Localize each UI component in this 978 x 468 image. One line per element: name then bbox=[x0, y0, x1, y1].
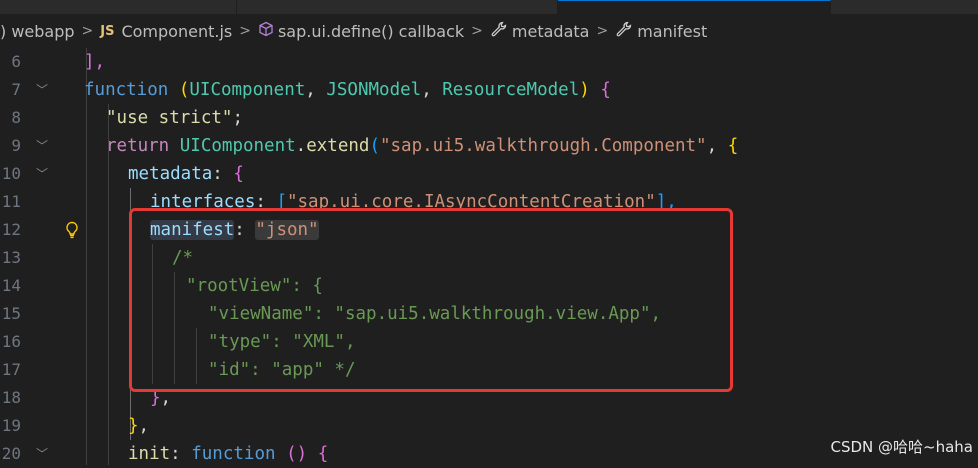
line-number: 11 bbox=[1, 192, 21, 211]
chevron-right-icon: > bbox=[239, 23, 251, 39]
code-text: "rootView": { bbox=[186, 276, 323, 296]
breadcrumb-label: Component.js bbox=[121, 21, 233, 41]
line-number: 12 bbox=[1, 220, 21, 239]
code-text: function (UIComponent, JSONModel, Resour… bbox=[84, 80, 611, 100]
breadcrumb-component-js[interactable]: JS Component.js bbox=[100, 22, 232, 41]
breadcrumb-manifest[interactable]: manifest bbox=[615, 20, 707, 42]
cube-icon bbox=[258, 21, 274, 41]
chevron-down-icon[interactable]: ﹀ bbox=[36, 440, 48, 468]
code-text: manifest: "json" bbox=[150, 220, 319, 240]
breadcrumb-metadata[interactable]: metadata bbox=[490, 20, 590, 42]
code-line-active[interactable]: 12 manifest: "json" bbox=[0, 216, 978, 244]
code-line[interactable]: 8 "use strict"; bbox=[0, 104, 978, 132]
code-text: interfaces: ["sap.ui.core.IAsyncContentC… bbox=[150, 192, 677, 212]
code-line[interactable]: 15 "viewName": "sap.ui5.walkthrough.view… bbox=[0, 300, 978, 328]
tab-strip bbox=[0, 0, 978, 15]
chevron-right-icon: > bbox=[81, 23, 94, 39]
code-text: return UIComponent.extend("sap.ui5.walkt… bbox=[106, 136, 739, 156]
code-text: ], bbox=[84, 52, 106, 72]
line-number: 18 bbox=[1, 388, 21, 407]
code-text: "use strict"; bbox=[106, 108, 243, 128]
tab[interactable] bbox=[237, 0, 558, 14]
line-number: 10 bbox=[1, 164, 21, 183]
line-number: 16 bbox=[1, 332, 21, 351]
code-text: /* bbox=[172, 248, 194, 268]
code-line[interactable]: 9 ﹀ return UIComponent.extend("sap.ui5.w… bbox=[0, 132, 978, 160]
code-line[interactable]: 14 "rootView": { bbox=[0, 272, 978, 300]
code-text: init: function () { bbox=[128, 444, 329, 464]
code-text: }, bbox=[150, 388, 172, 408]
breadcrumb-label: sap.ui.define() callback bbox=[277, 21, 465, 41]
line-number: 8 bbox=[11, 108, 21, 127]
code-editor[interactable]: 6 ], 7 ﹀ function (UIComponent, JSONMode… bbox=[0, 48, 978, 465]
wrench-icon bbox=[615, 20, 633, 42]
chevron-right-icon: > bbox=[596, 23, 609, 39]
breadcrumb-webapp[interactable]: ) webapp bbox=[0, 22, 75, 41]
line-number: 6 bbox=[11, 52, 21, 71]
chevron-down-icon[interactable]: ﹀ bbox=[36, 132, 48, 160]
code-line[interactable]: 16 "type": "XML", bbox=[0, 328, 978, 356]
line-number: 14 bbox=[1, 276, 21, 295]
breadcrumb-label: ) webapp bbox=[0, 21, 75, 41]
code-line[interactable]: 7 ﹀ function (UIComponent, JSONModel, Re… bbox=[0, 76, 978, 104]
breadcrumb-define-callback[interactable]: sap.ui.define() callback bbox=[258, 21, 464, 41]
tab-active[interactable] bbox=[558, 0, 831, 15]
code-text: "viewName": "sap.ui5.walkthrough.view.Ap… bbox=[208, 304, 662, 324]
code-line[interactable]: 17 "id": "app" */ bbox=[0, 356, 978, 384]
code-text: "type": "XML", bbox=[208, 332, 356, 352]
line-number: 7 bbox=[11, 80, 21, 99]
line-number: 17 bbox=[1, 360, 21, 379]
chevron-down-icon[interactable]: ﹀ bbox=[36, 160, 48, 188]
line-number: 9 bbox=[11, 136, 21, 155]
code-text: "id": "app" */ bbox=[208, 360, 356, 380]
watermark: CSDN @哈哈~haha bbox=[830, 438, 973, 456]
breadcrumb-label: manifest bbox=[637, 21, 708, 41]
wrench-icon bbox=[490, 20, 508, 42]
code-line[interactable]: 18 }, bbox=[0, 384, 978, 412]
breadcrumb-label: metadata bbox=[511, 21, 590, 41]
line-number: 13 bbox=[1, 248, 21, 267]
code-line[interactable]: 13 /* bbox=[0, 244, 978, 272]
line-number: 19 bbox=[1, 416, 21, 435]
code-text: }, bbox=[128, 416, 150, 436]
chevron-right-icon: > bbox=[471, 23, 483, 39]
line-number: 15 bbox=[1, 304, 21, 323]
code-text: metadata: { bbox=[128, 164, 244, 184]
tab[interactable] bbox=[0, 0, 237, 14]
code-line[interactable]: 11 interfaces: ["sap.ui.core.IAsyncConte… bbox=[0, 188, 978, 216]
tab[interactable] bbox=[831, 0, 978, 14]
line-number: 20 bbox=[1, 444, 21, 463]
breadcrumb: ) webapp > JS Component.js > sap.ui.defi… bbox=[0, 14, 978, 48]
js-file-icon: JS bbox=[100, 23, 115, 39]
lightbulb-icon[interactable] bbox=[64, 221, 80, 243]
code-line[interactable]: 6 ], bbox=[0, 48, 978, 76]
chevron-down-icon[interactable]: ﹀ bbox=[36, 76, 48, 104]
code-line[interactable]: 10 ﹀ metadata: { bbox=[0, 160, 978, 188]
